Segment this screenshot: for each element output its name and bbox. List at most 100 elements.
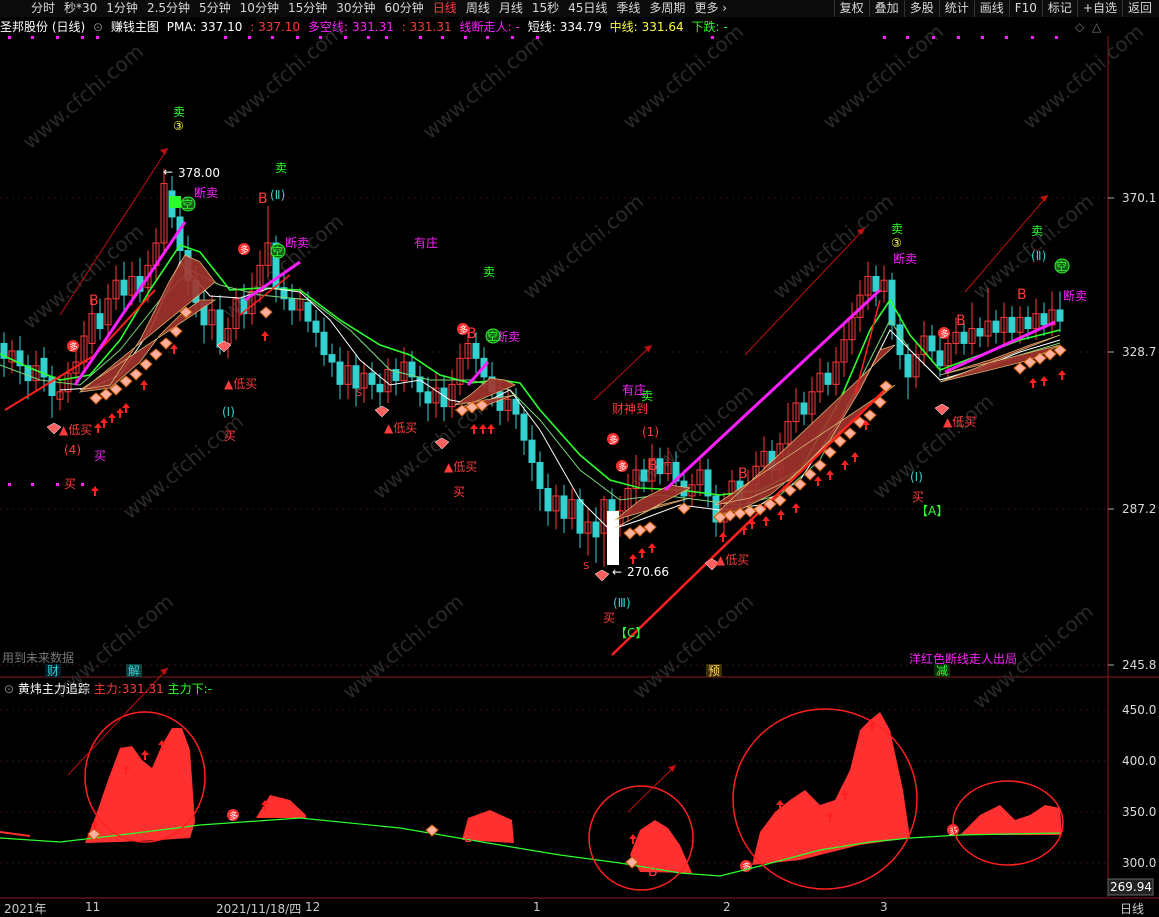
candle-body	[520, 413, 528, 441]
up-arrow-icon	[100, 418, 108, 428]
candle-body	[336, 361, 344, 385]
up-arrow-icon	[116, 408, 124, 418]
main-down-value: -	[207, 682, 212, 696]
high-price-label: 378.00	[178, 166, 220, 180]
main-force-label: 主力:	[93, 682, 122, 696]
duo-marker-text: 多	[229, 810, 238, 822]
b-marker: B	[738, 466, 748, 482]
trend-arrow-line	[744, 227, 866, 356]
annotation-label: 卖	[173, 105, 185, 119]
b-marker: B	[1017, 287, 1027, 303]
annotation-label: 买	[603, 611, 615, 625]
duo-marker-text: 多	[69, 341, 78, 353]
annotation-label: ▲低买	[384, 421, 417, 435]
annotation-label: (4)	[64, 443, 81, 457]
annotation-label: 卖	[1031, 224, 1043, 238]
future-data-note: 用到未来数据	[2, 650, 74, 665]
marker-dot	[56, 36, 59, 39]
marker-dot	[271, 36, 274, 39]
period-label: 日线	[1120, 902, 1145, 916]
duo-marker-text: 多	[940, 328, 949, 340]
up-arrow-icon	[792, 503, 800, 513]
annotation-label: 买	[224, 429, 236, 443]
watermark: www.cfchi.com	[418, 29, 548, 144]
marker-dot	[957, 36, 960, 39]
duo-marker-text: 多	[240, 244, 249, 256]
watermark: www.cfchi.com	[618, 19, 748, 134]
marker-dot	[1005, 36, 1008, 39]
annotation-label: 买	[64, 477, 76, 491]
date-tick: 11	[85, 900, 101, 914]
marker-dot	[81, 483, 84, 486]
up-arrow-icon	[122, 403, 130, 413]
sub-tick-label: 400.0	[1122, 754, 1156, 768]
annotation-label: 断卖	[285, 235, 309, 250]
price-tick-label: 370.1	[1122, 191, 1156, 205]
annotation-label: ▲低买	[444, 460, 477, 474]
up-arrow-icon	[141, 750, 149, 760]
up-arrow-icon	[629, 554, 637, 564]
marker-dot	[296, 36, 299, 39]
candle-body	[872, 275, 880, 292]
up-arrow-icon	[261, 331, 269, 341]
sub-tick-label: 350.0	[1122, 805, 1156, 819]
annotation-label: 【C】	[615, 626, 647, 640]
diamond-icon: ◇	[1075, 20, 1085, 34]
diamond-marker	[259, 306, 273, 319]
diamond-marker-red	[934, 403, 950, 416]
up-arrow-icon	[814, 476, 822, 486]
marker-dot	[486, 36, 489, 39]
watermark: www.cfchi.com	[628, 589, 758, 704]
candle-body	[960, 331, 968, 344]
marker-dot	[464, 36, 467, 39]
marker-dot	[1031, 36, 1034, 39]
up-arrow-icon	[851, 452, 859, 462]
candle-body	[96, 313, 104, 330]
jie-label: 解	[128, 664, 140, 678]
candle-body	[544, 488, 552, 512]
marker-dot	[31, 483, 34, 486]
annotation-label: (Ⅱ)	[1031, 249, 1046, 263]
candle-body	[472, 342, 480, 359]
candle-body	[536, 461, 544, 490]
duo-marker-text: 多	[618, 461, 627, 473]
diamond-marker	[129, 368, 143, 381]
up-arrow-icon	[108, 413, 116, 423]
empty-marker-text: 空	[487, 329, 498, 343]
main-force-area	[752, 712, 910, 865]
date-tick: 2021/11/18/四	[216, 902, 302, 916]
date-tick: 1	[533, 900, 541, 914]
chart-canvas[interactable]: 370.1 328.7 287.2 245.8 450.0 400.0 350.0 300.0…	[0, 0, 1159, 916]
collapse-icon[interactable]: ⊙	[4, 682, 14, 696]
diamond-marker-red	[594, 569, 610, 582]
trend-arrow-line	[59, 147, 169, 316]
annotation-label: (Ⅰ)	[222, 405, 235, 419]
up-arrow-icon	[170, 344, 178, 354]
annotation-label: (Ⅱ)	[270, 188, 285, 202]
watermark: www.cfchi.com	[868, 389, 998, 504]
marker-dot	[511, 36, 514, 39]
annotation-label: ③	[173, 119, 184, 133]
candle-body	[312, 320, 320, 333]
candle-body	[976, 328, 984, 337]
low-marker: ←	[612, 565, 622, 579]
up-arrow-icon	[94, 423, 102, 433]
main-force-value: 331.31	[121, 682, 164, 696]
empty-marker-text: 空	[182, 197, 193, 211]
annotation-label: 卖	[483, 265, 495, 279]
annotation-label: ▲低买	[224, 377, 257, 391]
up-arrow-icon	[648, 543, 656, 553]
candle-body	[1008, 316, 1016, 333]
date-axis: 2021年 11 2021/11/18/四 12 1 2 3 日线	[0, 899, 1159, 916]
candle-body	[376, 383, 384, 393]
yu-label: 预	[708, 664, 720, 678]
marker-dot	[344, 36, 347, 39]
date-tick: 2021年	[4, 902, 47, 916]
annotation-label: 买	[94, 449, 106, 463]
sub-indicator-name[interactable]: 黄炜主力追踪	[18, 682, 90, 696]
candle-body	[528, 439, 536, 463]
annotation-label: ▲低买	[59, 423, 92, 437]
marker-dot	[81, 36, 84, 39]
annotation-label: 断卖	[1063, 288, 1087, 303]
price-tick-label: 328.7	[1122, 345, 1156, 359]
